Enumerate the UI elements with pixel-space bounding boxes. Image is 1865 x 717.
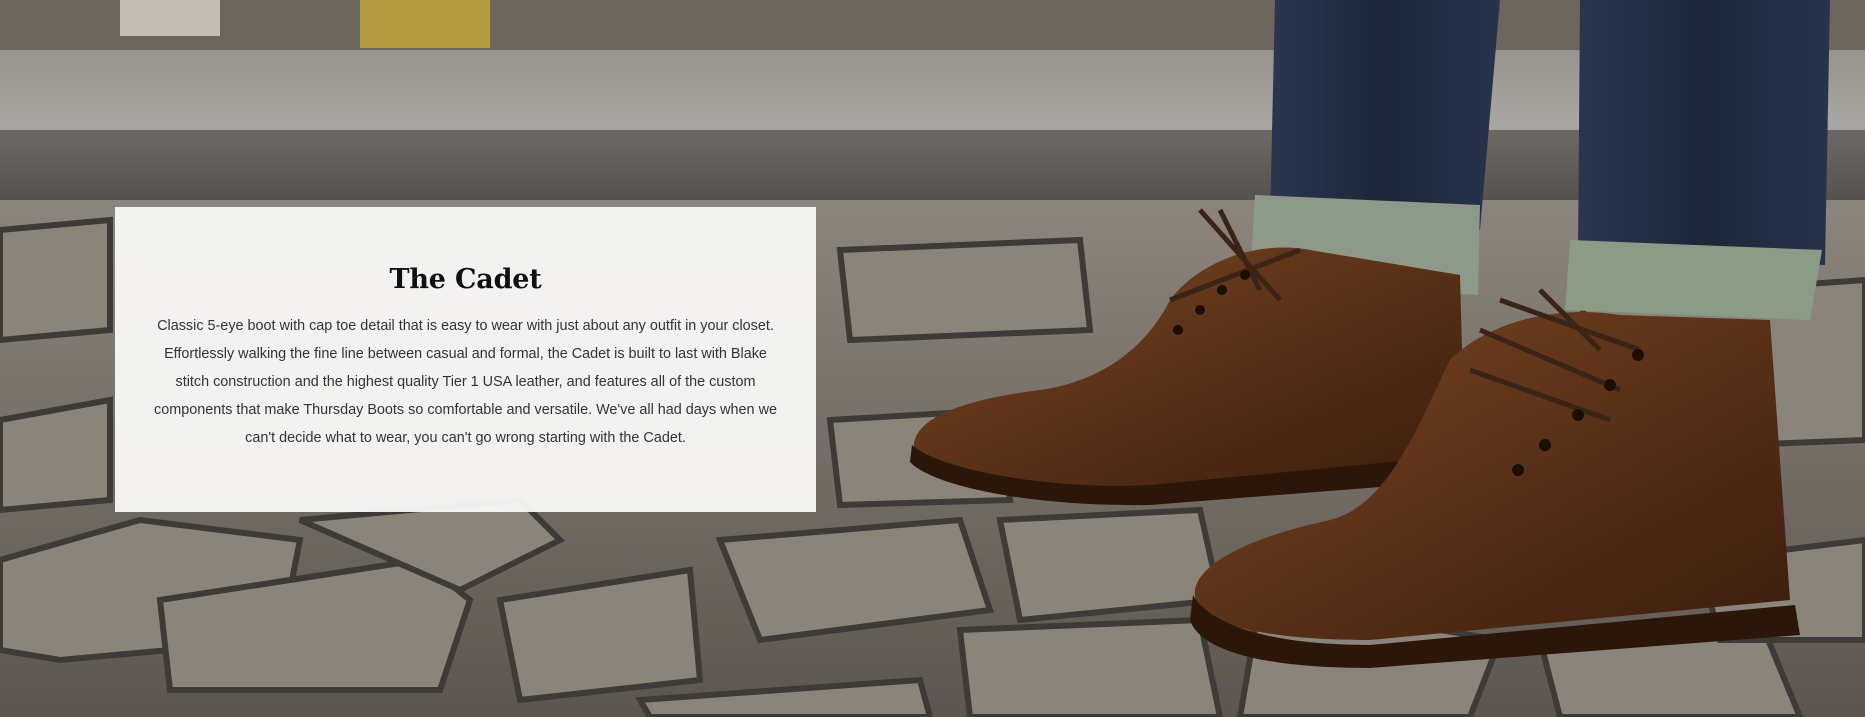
product-title: The Cadet: [389, 264, 542, 295]
product-description: Classic 5-eye boot with cap toe detail t…: [154, 318, 777, 446]
product-card: The Cadet Classic 5-eye boot with cap to…: [115, 207, 816, 512]
